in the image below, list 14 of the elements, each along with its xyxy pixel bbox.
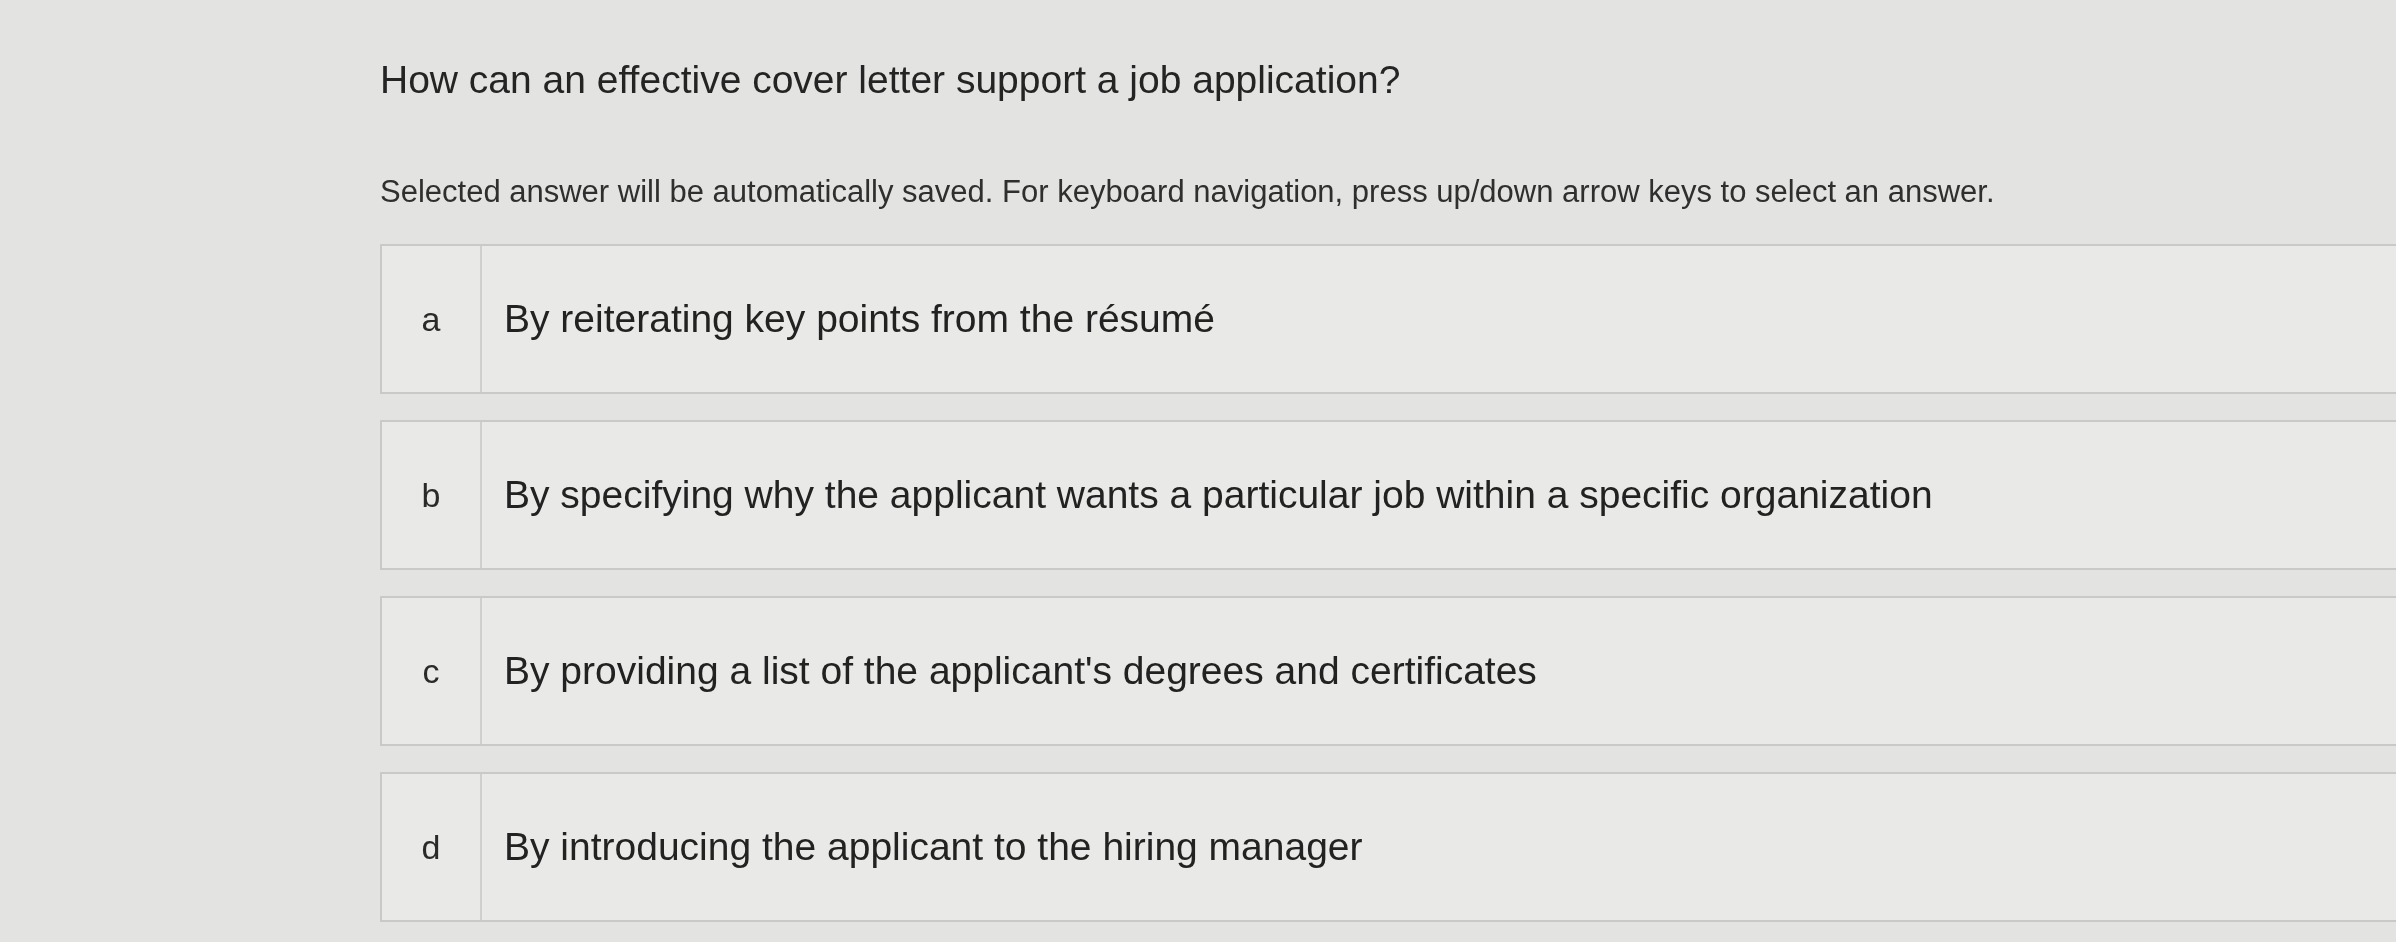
option-text: By providing a list of the applicant's degrees and certificates	[503, 648, 1537, 694]
option-text: By specifying why the applicant wants a particular job within a specific organization	[503, 472, 1933, 518]
option-letter: b	[382, 422, 482, 568]
instruction-text: Selected answer will be automatically saved. For keyboard navigation, press up/down arrow keys to select an answer.	[380, 173, 1995, 211]
option-text: By reiterating key points from the résumé	[503, 296, 1215, 342]
answer-option[interactable]: c By providing a list of the applicant's degrees and certificates	[380, 596, 2396, 746]
answer-option[interactable]: a By reiterating key points from the résumé	[380, 244, 2396, 394]
option-text: By introducing the applicant to the hiring manager	[503, 824, 1363, 870]
option-letter: c	[382, 598, 482, 744]
option-letter: a	[382, 246, 482, 392]
question-text: How can an effective cover letter support a job application?	[380, 57, 1401, 103]
answer-option[interactable]: b By specifying why the applicant wants a particular job within a specific organization	[380, 420, 2396, 570]
option-letter: d	[382, 774, 482, 920]
answer-option[interactable]: d By introducing the applicant to the hiring manager	[380, 772, 2396, 922]
